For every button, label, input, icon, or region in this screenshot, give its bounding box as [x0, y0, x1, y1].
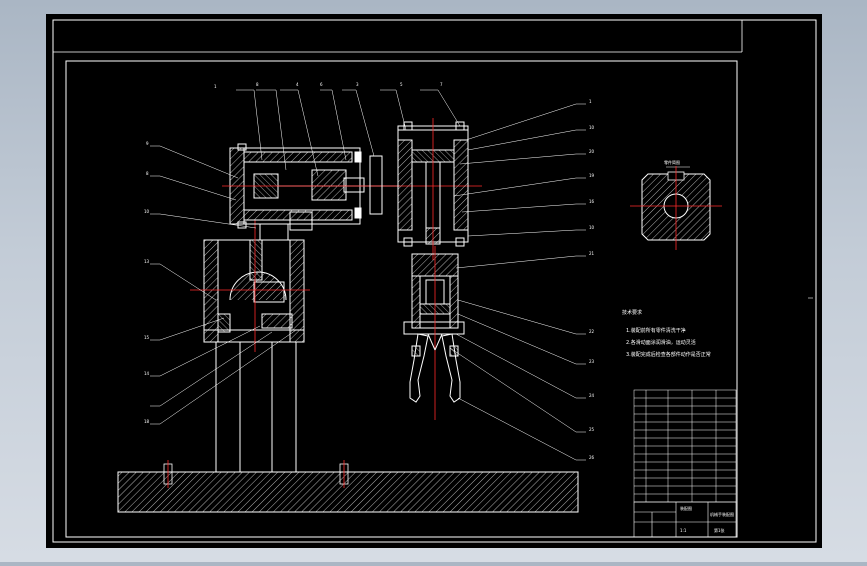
cad-viewport[interactable]: 1 8 4 6 3 5 7 9 8 10 13 15 14 18 1 10 20…: [0, 0, 867, 562]
balloon-right-12: 26: [589, 455, 595, 460]
balloon-left-6: 14: [144, 371, 150, 376]
balloon-right-11: 25: [589, 427, 595, 432]
balloon-right-9: 23: [589, 359, 595, 364]
title-drawing-number: 装配图: [680, 505, 692, 511]
balloon-right-5: 16: [589, 199, 595, 204]
notes-line-3: 3.装配完成后检查各部件动作是否正常: [626, 351, 711, 358]
assembly-drawing: 1 8 4 6 3 5 7 9 8 10 13 15 14 18 1 10 20…: [46, 14, 822, 548]
notes-line-1: 1.装配前所有零件清洗干净: [626, 327, 686, 334]
section-label: 零件简图: [664, 159, 680, 165]
balloon-right-2: 10: [589, 125, 595, 130]
balloon-left-7: 18: [144, 419, 150, 424]
balloon-left-3: 10: [144, 209, 150, 214]
notes-heading: 技术要求: [622, 309, 642, 316]
title-sheet: 第1张: [714, 527, 725, 533]
balloon-left-4: 13: [144, 259, 150, 264]
balloon-left-5: 15: [144, 335, 150, 340]
title-scale: 1:1: [680, 528, 687, 533]
title-name: 机械手装配图: [710, 511, 734, 517]
balloon-right-8: 22: [589, 329, 595, 334]
balloon-right-7: 21: [589, 251, 595, 256]
balloon-right-4: 19: [589, 173, 595, 178]
drawing-sheet: [46, 14, 822, 548]
notes-line-2: 2.各滑动面涂润滑油，运动灵活: [626, 339, 696, 346]
balloon-right-3: 20: [589, 149, 595, 154]
balloon-right-10: 24: [589, 393, 595, 398]
balloon-right-6: 10: [589, 225, 595, 230]
